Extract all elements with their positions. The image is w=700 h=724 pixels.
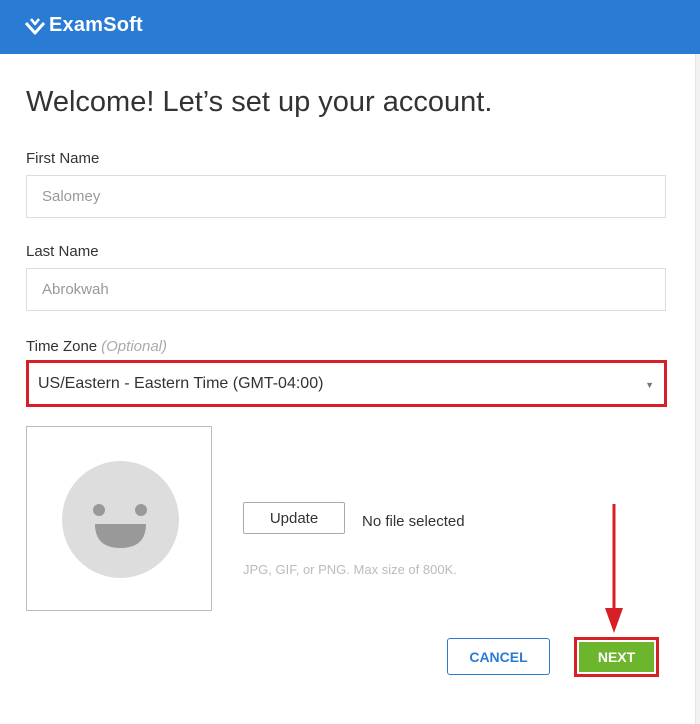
window-edge [695,54,700,724]
smiley-face-avatar-icon [62,461,179,578]
time-zone-select[interactable]: US/Eastern - Eastern Time (GMT-04:00) ▼ [26,360,667,407]
cancel-button[interactable]: CANCEL [447,638,550,675]
examsoft-logo: ExamSoft [24,14,143,37]
last-name-label: Last Name [26,243,99,260]
file-status-text: No file selected [362,513,465,530]
first-name-input[interactable] [26,175,666,218]
next-button[interactable]: NEXT [579,642,654,672]
app-header: ExamSoft [0,0,700,54]
avatar-preview [26,426,212,611]
time-zone-selected-value: US/Eastern - Eastern Time (GMT-04:00) [38,374,324,392]
time-zone-label-text: Time Zone [26,338,98,355]
time-zone-label: Time Zone (Optional) [26,338,167,355]
last-name-input[interactable] [26,268,666,311]
optional-tag: (Optional) [101,338,167,355]
file-format-hint: JPG, GIF, or PNG. Max size of 800K. [243,562,457,577]
update-photo-button[interactable]: Update [243,502,345,534]
examsoft-logo-icon [24,17,46,34]
first-name-label: First Name [26,150,100,167]
page-title: Welcome! Let’s set up your account. [26,86,493,118]
red-down-arrow-icon [605,504,623,633]
logo-text: ExamSoft [49,14,143,36]
next-button-highlight: NEXT [574,637,659,677]
dropdown-caret-icon: ▼ [645,380,654,390]
